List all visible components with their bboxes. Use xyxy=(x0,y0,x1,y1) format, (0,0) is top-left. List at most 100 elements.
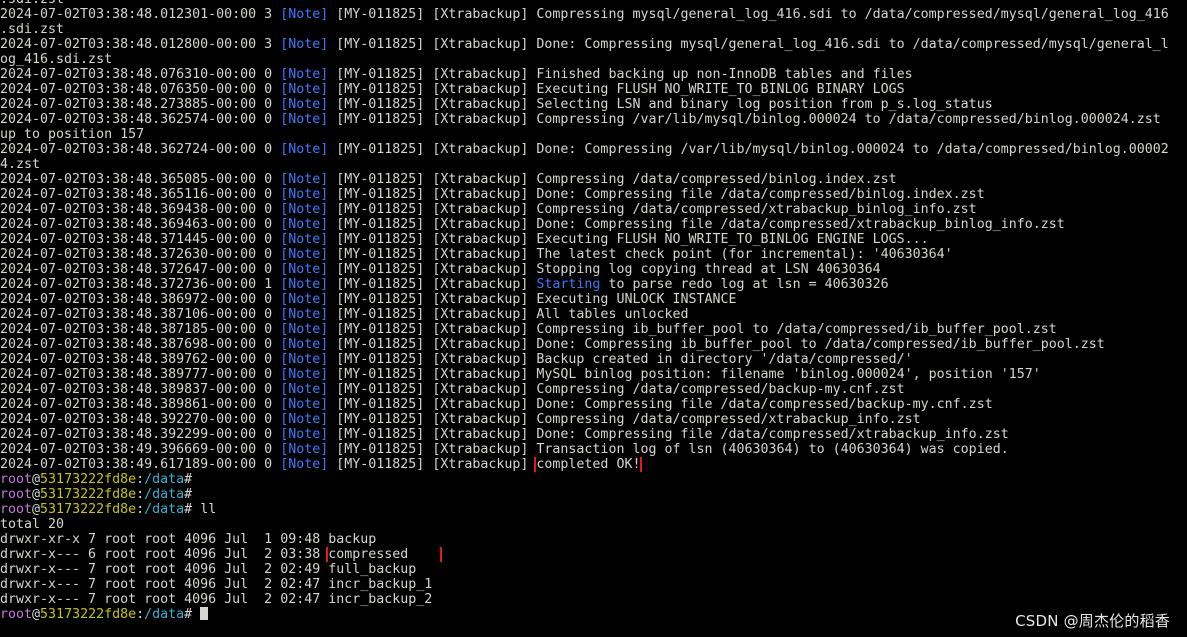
log-message: [MY-011825] [Xtrabackup] Compressing /da… xyxy=(328,412,921,427)
note-tag: [Note] xyxy=(280,337,329,352)
log-message: [MY-011825] [Xtrabackup] Compressing /va… xyxy=(328,112,1161,127)
note-tag: [Note] xyxy=(280,412,329,427)
prompt-colon: : xyxy=(136,502,145,517)
log-line: 2024-07-02T03:38:48.076310-00:00 0 [Note… xyxy=(0,67,1187,82)
log-text: up to position 157 xyxy=(0,127,145,142)
log-line: 2024-07-02T03:38:48.372647-00:00 0 [Note… xyxy=(0,262,1187,277)
log-message: [MY-011825] [Xtrabackup] The latest chec… xyxy=(328,247,953,262)
note-tag: [Note] xyxy=(280,247,329,262)
note-tag: [Note] xyxy=(280,112,329,127)
note-tag: [Note] xyxy=(280,322,329,337)
log-message: [MY-011825] [Xtrabackup] Done: Compressi… xyxy=(328,427,1009,442)
ls-total: total 20 xyxy=(0,517,65,532)
prompt-user: root xyxy=(0,487,33,502)
prompt-hash: # xyxy=(184,607,193,622)
log-line: 2024-07-02T03:38:48.362574-00:00 0 [Note… xyxy=(0,112,1187,127)
log-message: [MY-011825] [Xtrabackup] xyxy=(328,277,537,292)
ls-entry: drwxr-x--- 7 root root 4096 Jul 2 02:47 … xyxy=(0,592,1187,607)
log-message: [MY-011825] [Xtrabackup] Executing FLUSH… xyxy=(328,232,929,247)
log-message: [MY-011825] [Xtrabackup] Done: Compressi… xyxy=(328,37,1169,52)
log-line: 2024-07-02T03:38:48.273885-00:00 0 [Note… xyxy=(0,97,1187,112)
note-tag: [Note] xyxy=(280,37,329,52)
log-text: 2024-07-02T03:38:49.617189-00:00 0 xyxy=(0,457,281,472)
log-line: .sdi.zst xyxy=(0,22,1187,37)
log-text: 2024-07-02T03:38:48.389777-00:00 0 xyxy=(0,367,281,382)
log-message: [MY-011825] [Xtrabackup] Backup created … xyxy=(328,352,913,367)
log-text: 2024-07-02T03:38:48.365116-00:00 0 xyxy=(0,187,281,202)
note-tag: [Note] xyxy=(280,82,329,97)
log-text: 4.zst xyxy=(0,157,41,172)
prompt-at: @ xyxy=(32,472,41,487)
log-line: 2024-07-02T03:38:48.372630-00:00 0 [Note… xyxy=(0,247,1187,262)
log-text: 2024-07-02T03:38:48.369438-00:00 0 xyxy=(0,202,281,217)
note-tag: [Note] xyxy=(280,7,329,22)
completed-ok-highlight: completed OK! xyxy=(534,457,643,472)
log-message-tail: to parse redo log at lsn = 40630326 xyxy=(600,277,889,292)
note-tag: [Note] xyxy=(280,187,329,202)
log-line: 2024-07-02T03:38:49.617189-00:00 0 [Note… xyxy=(0,457,1187,472)
log-line: 2024-07-02T03:38:48.387698-00:00 0 [Note… xyxy=(0,337,1187,352)
watermark: CSDN @周杰伦的稻香 xyxy=(1015,612,1170,630)
command-input[interactable] xyxy=(192,607,200,622)
log-message: [MY-011825] [Xtrabackup] Compressing /da… xyxy=(328,172,897,187)
ls-entry: drwxr-x--- 7 root root 4096 Jul 2 02:47 … xyxy=(0,577,1187,592)
log-line: 2024-07-02T03:38:48.365116-00:00 0 [Note… xyxy=(0,187,1187,202)
log-text: 2024-07-02T03:38:48.362574-00:00 0 xyxy=(0,112,281,127)
ls-entry-name: incr_backup_1 xyxy=(328,577,433,592)
log-line: 2024-07-02T03:38:48.389777-00:00 0 [Note… xyxy=(0,367,1187,382)
log-message: [MY-011825] [Xtrabackup] Compressing /da… xyxy=(328,202,977,217)
prompt-line: root@53173222fd8e:/data# ll xyxy=(0,502,1187,517)
log-line: 2024-07-02T03:38:49.396669-00:00 0 [Note… xyxy=(0,442,1187,457)
log-line: 2024-07-02T03:38:48.076350-00:00 0 [Note… xyxy=(0,82,1187,97)
log-line: 2024-07-02T03:38:48.387185-00:00 0 [Note… xyxy=(0,322,1187,337)
log-text: 2024-07-02T03:38:48.387698-00:00 0 xyxy=(0,337,281,352)
log-message: [MY-011825] [Xtrabackup] Compressing ib_… xyxy=(328,322,1057,337)
prompt-hash: # xyxy=(184,487,193,502)
log-text: 2024-07-02T03:38:48.362724-00:00 0 xyxy=(0,142,281,157)
log-text: 2024-07-02T03:38:48.389837-00:00 0 xyxy=(0,382,281,397)
log-line: 2024-07-02T03:38:48.387106-00:00 0 [Note… xyxy=(0,307,1187,322)
prompt-user: root xyxy=(0,472,33,487)
log-text: 2024-07-02T03:38:48.372630-00:00 0 xyxy=(0,247,281,262)
prompt-host: 53173222fd8e xyxy=(40,472,137,487)
prompt-user: root xyxy=(0,502,33,517)
ls-entry-meta: drwxr-xr-x 7 root root 4096 Jul 1 09:48 xyxy=(0,532,329,547)
log-line: 2024-07-02T03:38:48.392270-00:00 0 [Note… xyxy=(0,412,1187,427)
note-tag: [Note] xyxy=(280,97,329,112)
log-text: .sdi.zst xyxy=(0,0,64,7)
log-message: [MY-011825] [Xtrabackup] Stopping log co… xyxy=(328,262,881,277)
log-text: og_416.sdi.zst xyxy=(0,52,113,67)
log-message: [MY-011825] [Xtrabackup] Done: Compressi… xyxy=(328,397,993,412)
note-tag: [Note] xyxy=(280,232,329,247)
prompt-line: root@53173222fd8e:/data# xyxy=(0,472,1187,487)
log-message: [MY-011825] [Xtrabackup] Finished backin… xyxy=(328,67,913,82)
prompt-at: @ xyxy=(32,502,41,517)
log-line: 2024-07-02T03:38:48.392299-00:00 0 [Note… xyxy=(0,427,1187,442)
terminal-window[interactable]: .sdi.zst2024-07-02T03:38:48.012301-00:00… xyxy=(0,0,1187,637)
compressed-dir-highlight: compressed xyxy=(326,547,443,562)
prompt-line-active: root@53173222fd8e:/data# xyxy=(0,607,1187,622)
note-tag: [Note] xyxy=(280,202,329,217)
log-message: [MY-011825] [Xtrabackup] xyxy=(328,457,537,472)
prompt-at: @ xyxy=(32,607,41,622)
note-tag: [Note] xyxy=(280,217,329,232)
log-message: [MY-011825] [Xtrabackup] All tables unlo… xyxy=(328,307,689,322)
log-message: [MY-011825] [Xtrabackup] Transaction log… xyxy=(328,442,1009,457)
note-tag: [Note] xyxy=(280,142,329,157)
log-message: [MY-011825] [Xtrabackup] MySQL binlog po… xyxy=(328,367,1041,382)
log-message: [MY-011825] [Xtrabackup] Done: Compressi… xyxy=(328,187,985,202)
log-message: [MY-011825] [Xtrabackup] Selecting LSN a… xyxy=(328,97,993,112)
log-text: .sdi.zst xyxy=(0,22,65,37)
note-tag: [Note] xyxy=(280,457,329,472)
prompt-line: root@53173222fd8e:/data# xyxy=(0,487,1187,502)
prompt-colon: : xyxy=(136,607,145,622)
prompt-host: 53173222fd8e xyxy=(40,487,137,502)
note-tag: [Note] xyxy=(280,307,329,322)
ls-entry: drwxr-xr-x 7 root root 4096 Jul 1 09:48 … xyxy=(0,532,1187,547)
note-tag: [Note] xyxy=(280,427,329,442)
log-text: 2024-07-02T03:38:48.372647-00:00 0 xyxy=(0,262,281,277)
prompt-colon: : xyxy=(136,487,145,502)
log-text: 2024-07-02T03:38:48.012800-00:00 3 xyxy=(0,37,281,52)
prompt-path: /data xyxy=(144,472,185,487)
log-text: 2024-07-02T03:38:49.396669-00:00 0 xyxy=(0,442,281,457)
